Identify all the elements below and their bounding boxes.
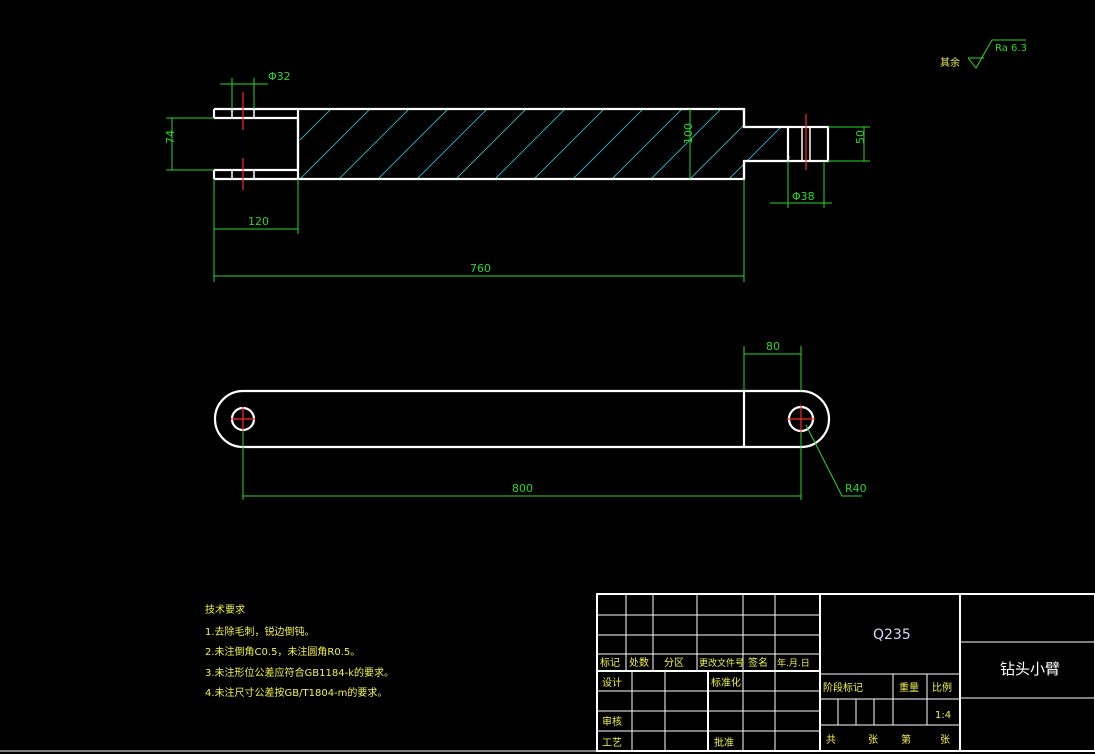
tb-stage-mark: 阶段标记 bbox=[823, 681, 863, 694]
tb-sheet-no: 第 bbox=[901, 733, 911, 746]
tech-item-4: 4.未注尺寸公差按GB/T1804-m的要求。 bbox=[205, 686, 387, 699]
tech-title: 技术要求 bbox=[205, 603, 245, 616]
dim-phi38: Φ38 bbox=[792, 190, 815, 203]
dim-120: 120 bbox=[248, 215, 269, 228]
dim-50: 50 bbox=[854, 130, 867, 144]
dim-r40: R40 bbox=[845, 482, 867, 495]
tech-item-3: 3.未注形位公差应符合GB1184-k的要求。 bbox=[205, 666, 394, 679]
tb-scale: 比例 bbox=[932, 681, 952, 694]
section-hatching bbox=[299, 109, 790, 179]
technical-requirements: 技术要求 1.去除毛刺，锐边倒钝。 2.未注倒角C0.5，未注圆角R0.5。 3… bbox=[205, 603, 394, 699]
roughness-label: 其余 bbox=[940, 56, 960, 69]
tb-scale-value: 1:4 bbox=[935, 710, 951, 721]
roughness-value: Ra 6.3 bbox=[995, 43, 1027, 54]
tb-weight: 重量 bbox=[899, 681, 919, 694]
tb-sheets: 张 bbox=[868, 734, 878, 746]
tb-header-count: 处数 bbox=[629, 656, 649, 669]
tb-total: 共 bbox=[826, 734, 836, 746]
dim-800: 800 bbox=[512, 482, 533, 495]
tb-standardize: 标准化 bbox=[711, 676, 741, 689]
tech-item-2: 2.未注倒角C0.5，未注圆角R0.5。 bbox=[205, 645, 360, 658]
tb-header-doc: 更改文件号 bbox=[699, 657, 744, 669]
tb-part-name: 钻头小臂 bbox=[1000, 660, 1060, 678]
tb-header-zone: 分区 bbox=[664, 657, 684, 669]
title-block: 标记 处数 分区 更改文件号 签名 年.月.日 设计 标准化 审核 工艺 批准 … bbox=[0, 593, 1095, 752]
tb-approve: 批准 bbox=[714, 736, 734, 749]
cad-drawing: Φ32 74 120 760 100 50 Φ38 80 800 R40 其余 … bbox=[0, 39, 1095, 752]
surface-roughness: 其余 Ra 6.3 bbox=[940, 39, 1027, 69]
tech-item-1: 1.去除毛刺，锐边倒钝。 bbox=[205, 625, 315, 638]
tb-header-sign: 签名 bbox=[748, 656, 768, 669]
tb-material: Q235 bbox=[873, 627, 911, 643]
front-section-view: Φ32 74 120 760 100 50 Φ38 bbox=[164, 70, 870, 282]
tb-design: 设计 bbox=[602, 676, 622, 689]
tb-header-mark: 标记 bbox=[600, 657, 620, 669]
tb-header-date: 年.月.日 bbox=[777, 657, 810, 669]
plan-view: 80 800 R40 bbox=[213, 340, 867, 500]
tb-review: 审核 bbox=[602, 715, 622, 728]
dim-760: 760 bbox=[470, 262, 491, 275]
dim-74: 74 bbox=[164, 130, 177, 144]
tb-sheets2: 张 bbox=[940, 734, 950, 746]
dim-100: 100 bbox=[682, 123, 695, 144]
dim-80: 80 bbox=[766, 340, 780, 353]
dim-phi32: Φ32 bbox=[268, 70, 291, 83]
tb-process: 工艺 bbox=[602, 737, 622, 749]
